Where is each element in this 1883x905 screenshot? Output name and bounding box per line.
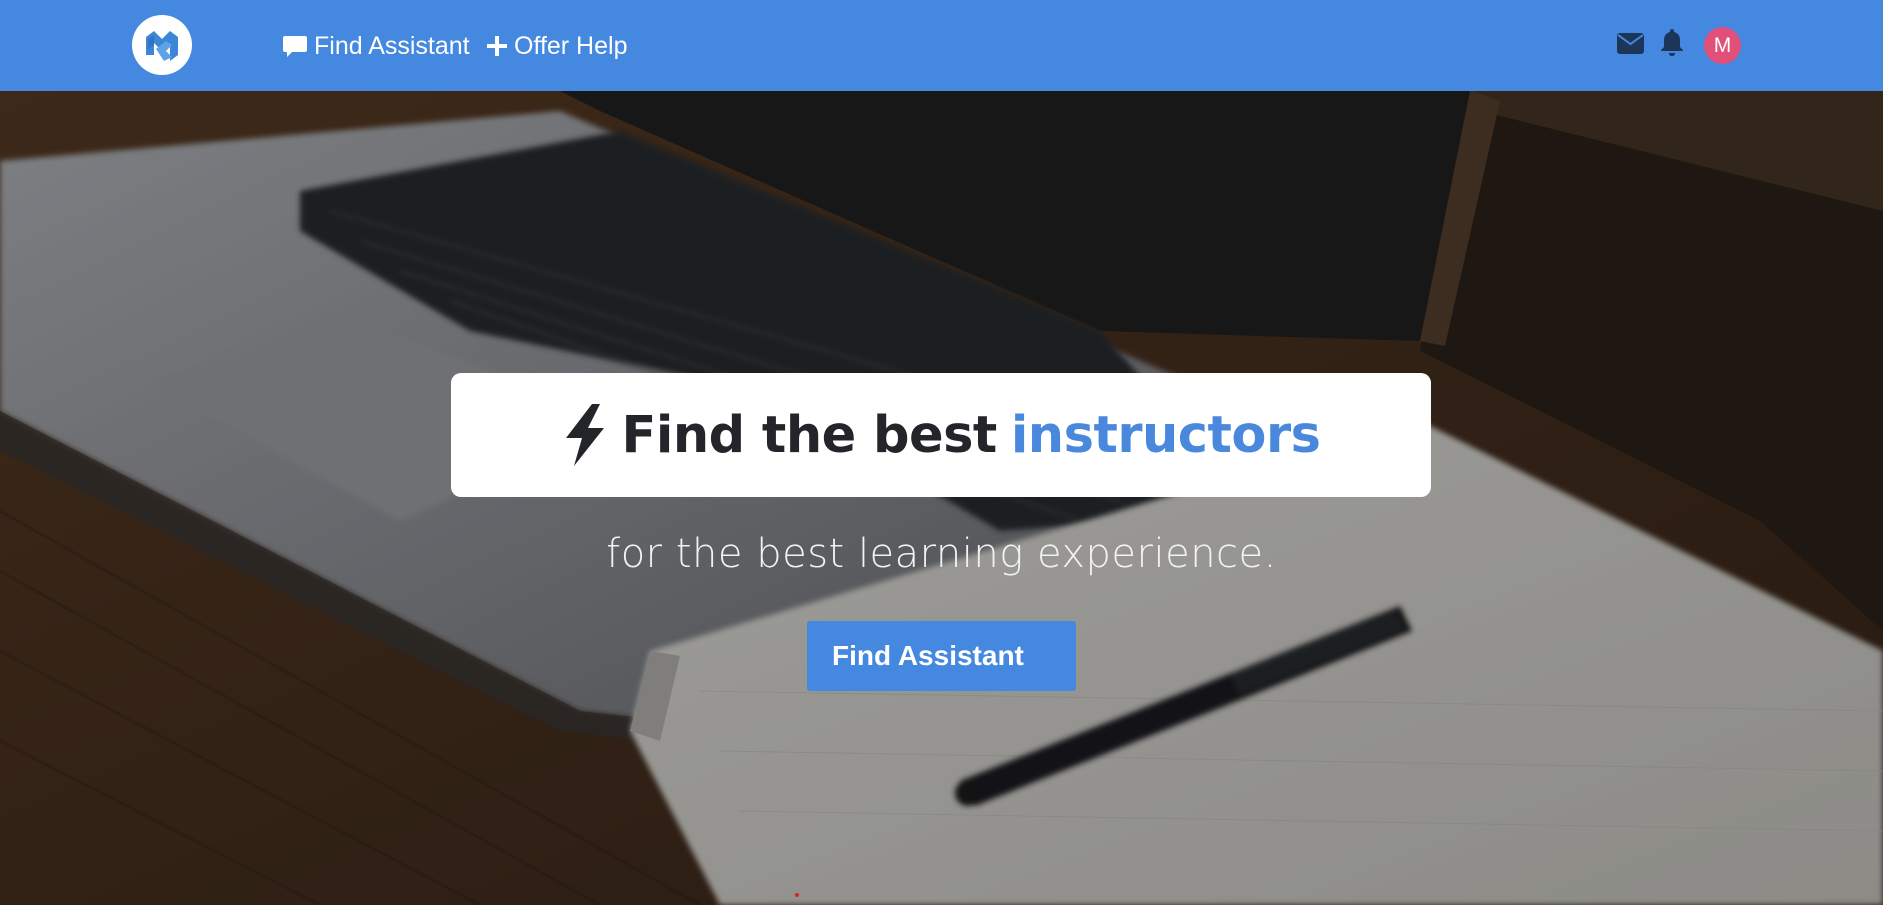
page-title: Find the best instructors bbox=[562, 404, 1321, 466]
nav-offer-help-label: Offer Help bbox=[514, 31, 628, 60]
headline-card: Find the best instructors bbox=[451, 373, 1431, 497]
bell-icon[interactable] bbox=[1660, 29, 1684, 61]
headline-accent: instructors bbox=[1010, 405, 1321, 465]
envelope-icon[interactable] bbox=[1617, 33, 1644, 58]
page: Find Assistant Offer Help M Find the bes… bbox=[0, 0, 1883, 905]
user-avatar[interactable]: M bbox=[1704, 27, 1741, 64]
hero-tagline: for the best learning experience. bbox=[606, 531, 1277, 577]
nav-find-assistant-label: Find Assistant bbox=[314, 31, 470, 60]
hero-background-photo bbox=[0, 91, 1883, 905]
red-dot-marker bbox=[795, 893, 799, 897]
hero-section: Find the best instructors for the best l… bbox=[0, 91, 1883, 905]
brand-logo-icon[interactable] bbox=[132, 15, 192, 75]
lightning-bolt-icon bbox=[562, 404, 608, 466]
avatar-initial: M bbox=[1713, 33, 1732, 57]
plus-icon bbox=[486, 35, 508, 57]
nav-find-assistant-link[interactable]: Find Assistant bbox=[282, 28, 470, 64]
nav-offer-help-link[interactable]: Offer Help bbox=[486, 28, 627, 64]
chat-bubble-icon bbox=[282, 33, 308, 59]
find-assistant-button[interactable]: Find Assistant bbox=[807, 621, 1076, 691]
top-navbar: Find Assistant Offer Help M bbox=[0, 0, 1883, 91]
headline-prefix: Find the best bbox=[621, 405, 998, 465]
